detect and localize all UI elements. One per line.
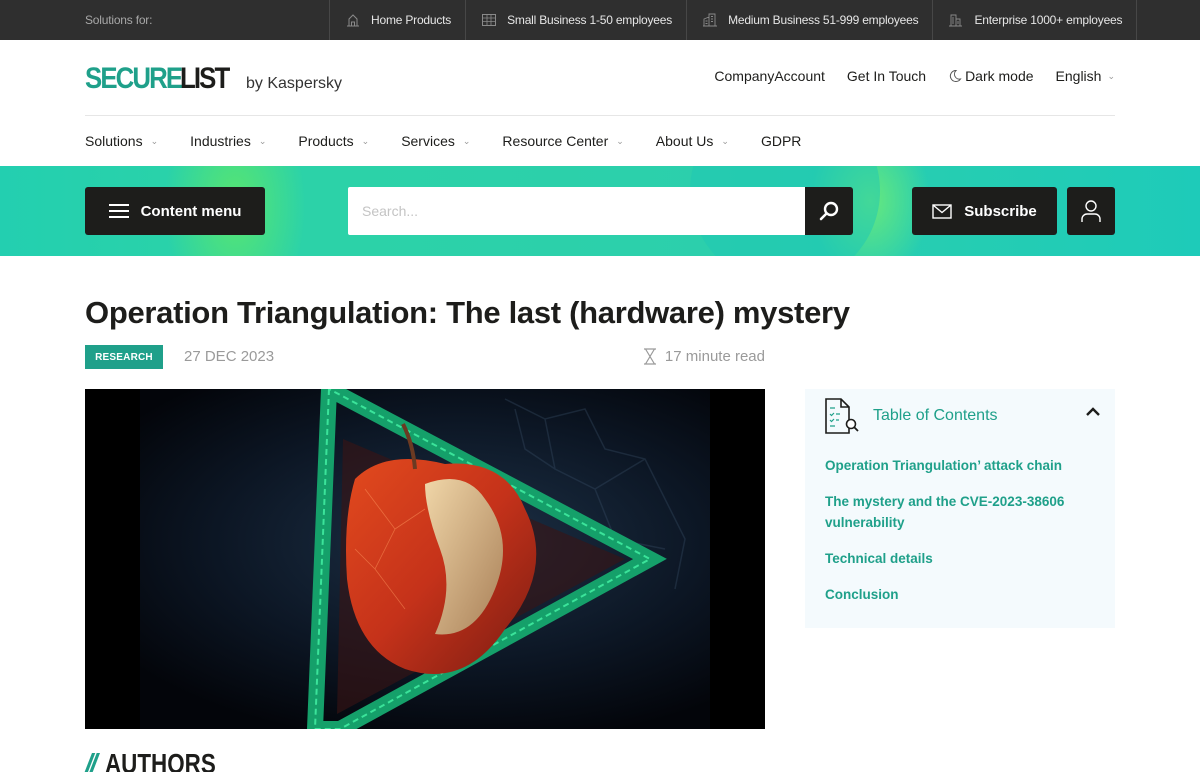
chevron-down-icon: ⌄ bbox=[616, 135, 624, 146]
language-label: English bbox=[1055, 68, 1102, 84]
moon-icon bbox=[950, 69, 962, 82]
get-in-touch-link[interactable]: Get In Touch bbox=[847, 68, 926, 84]
solutions-label: Solutions for: bbox=[85, 13, 153, 27]
main-nav: Solutions ⌄ Industries ⌄ Products ⌄ Service… bbox=[85, 116, 833, 166]
toc-title: Table of Contents bbox=[873, 407, 998, 424]
toc-item[interactable]: The mystery and the CVE-2023-38606 vulne… bbox=[825, 491, 1095, 533]
search-input[interactable] bbox=[348, 187, 805, 235]
dark-mode-toggle[interactable]: Dark mode bbox=[948, 68, 1034, 84]
toc-list: Operation Triangulation’ attack chain Th… bbox=[825, 455, 1095, 620]
solutions-bar: Solutions for: Home Products Small Busin… bbox=[0, 0, 1200, 40]
nav-label: Industries bbox=[190, 133, 251, 149]
nav-label: About Us bbox=[655, 133, 714, 149]
content-menu-button[interactable]: Content menu bbox=[85, 187, 265, 235]
article-title: Operation Triangulation: The last (hardw… bbox=[85, 295, 850, 330]
toc-item[interactable]: Technical details bbox=[825, 548, 1095, 569]
authors-heading: // AUTHORS bbox=[85, 748, 243, 772]
publish-date: 27 DEC 2023 bbox=[184, 348, 275, 365]
user-account-button[interactable] bbox=[1067, 187, 1115, 235]
toc-toggle[interactable]: Table of Contents bbox=[825, 398, 1101, 434]
user-icon bbox=[1081, 200, 1101, 222]
chevron-down-icon: ⌄ bbox=[150, 135, 159, 146]
securelist-logo[interactable]: SECURE LIST by Kaspersky bbox=[85, 62, 342, 96]
subscribe-label: Subscribe bbox=[964, 202, 1037, 220]
site-header: SECURE LIST by Kaspersky CompanyAccount … bbox=[85, 40, 1115, 116]
toc-item[interactable]: Conclusion bbox=[825, 584, 1095, 605]
solution-home-products[interactable]: Home Products bbox=[329, 0, 465, 40]
language-selector[interactable]: English ⌄ bbox=[1056, 68, 1115, 84]
chevron-up-icon bbox=[1086, 407, 1100, 416]
header-links: CompanyAccount Get In Touch Dark mode En… bbox=[692, 68, 1115, 84]
read-time-label: 17 minute read bbox=[664, 348, 765, 365]
chevron-down-icon: ⌄ bbox=[258, 135, 267, 146]
solution-label: Enterprise 1000+ employees bbox=[974, 13, 1123, 27]
heading-slashes: // bbox=[85, 748, 97, 772]
read-time: 17 minute read bbox=[643, 348, 765, 365]
nav-label: Products bbox=[298, 133, 354, 149]
hourglass-icon bbox=[643, 348, 656, 365]
toc-item[interactable]: Operation Triangulation’ attack chain bbox=[825, 455, 1095, 476]
nav-item-services[interactable]: Services ⌄ bbox=[401, 133, 470, 149]
solution-label: Home Products bbox=[371, 13, 452, 27]
solution-small-business[interactable]: Small Business 1-50 employees bbox=[465, 0, 686, 40]
solution-label: Small Business 1-50 employees bbox=[507, 13, 673, 27]
solutions-segments: Home Products Small Business 1-50 employ… bbox=[329, 0, 1138, 40]
house-icon bbox=[347, 14, 359, 27]
hamburger-icon bbox=[108, 204, 129, 218]
category-tag[interactable]: RESEARCH bbox=[85, 345, 163, 369]
logo-by-kaspersky: by Kaspersky bbox=[246, 75, 343, 92]
content-menu-label: Content menu bbox=[140, 202, 242, 220]
chevron-down-icon: ⌄ bbox=[721, 135, 729, 146]
article-hero-image bbox=[85, 389, 765, 729]
envelope-icon bbox=[932, 203, 952, 219]
nav-item-about-us[interactable]: About Us ⌄ bbox=[656, 133, 729, 149]
logo-list: LIST bbox=[180, 62, 230, 95]
nav-item-gdpr[interactable]: GDPR bbox=[761, 133, 801, 149]
chevron-down-icon: ⌄ bbox=[1107, 70, 1115, 81]
nav-label: Resource Center bbox=[502, 133, 609, 149]
solution-label: Medium Business 51-999 employees bbox=[728, 13, 919, 27]
logo-secure: SECURE bbox=[85, 62, 183, 95]
nav-label: Services bbox=[401, 133, 455, 149]
chevron-down-icon: ⌄ bbox=[462, 135, 471, 146]
nav-item-products[interactable]: Products ⌄ bbox=[298, 133, 369, 149]
nav-label: Solutions bbox=[85, 133, 143, 149]
nav-label: GDPR bbox=[760, 133, 802, 149]
enterprise-building-icon bbox=[949, 14, 963, 27]
solution-enterprise[interactable]: Enterprise 1000+ employees bbox=[932, 0, 1138, 40]
nav-item-solutions[interactable]: Solutions ⌄ bbox=[85, 133, 158, 149]
search-field-wrapper bbox=[348, 187, 805, 235]
solution-medium-business[interactable]: Medium Business 51-999 employees bbox=[686, 0, 932, 40]
nav-item-industries[interactable]: Industries ⌄ bbox=[190, 133, 266, 149]
document-search-icon bbox=[825, 398, 859, 434]
hero-illustration bbox=[85, 389, 765, 729]
article-meta: RESEARCH 27 DEC 2023 17 minute read bbox=[85, 345, 765, 369]
medium-building-icon bbox=[703, 13, 718, 27]
table-of-contents: Table of Contents Operation Triangulatio… bbox=[805, 389, 1115, 628]
search-icon bbox=[819, 201, 839, 221]
nav-item-resource-center[interactable]: Resource Center ⌄ bbox=[502, 133, 623, 149]
authors-title: AUTHORS bbox=[104, 748, 216, 772]
search-button[interactable] bbox=[805, 187, 853, 235]
company-account-link[interactable]: CompanyAccount bbox=[714, 68, 825, 84]
small-building-icon bbox=[482, 14, 497, 26]
dark-mode-label: Dark mode bbox=[965, 68, 1034, 84]
subscribe-button[interactable]: Subscribe bbox=[912, 187, 1057, 235]
search-band: Content menu Subscribe bbox=[0, 166, 1200, 256]
chevron-down-icon: ⌄ bbox=[361, 135, 370, 146]
